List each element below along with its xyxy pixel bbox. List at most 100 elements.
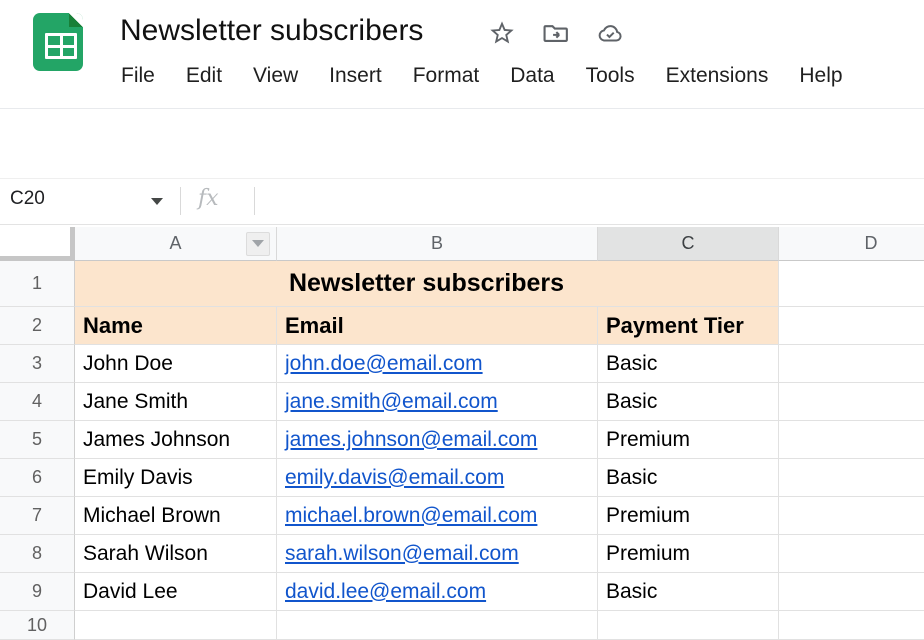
- cell-empty[interactable]: [75, 611, 277, 640]
- cell-d1[interactable]: [779, 261, 924, 307]
- formula-bar-separator: [254, 187, 255, 215]
- cell-empty[interactable]: [598, 611, 779, 640]
- sheet-row-6: 6 Emily Davis emily.davis@email.com Basi…: [0, 459, 924, 497]
- sheet-row-7: 7 Michael Brown michael.brown@email.com …: [0, 497, 924, 535]
- sheet-row-1: 1 Newsletter subscribers: [0, 261, 924, 307]
- spreadsheet-grid: A B C D 1 Newsletter subscribers 2 Name …: [0, 227, 924, 640]
- sheets-logo-fold: [69, 13, 83, 27]
- menu-file[interactable]: File: [121, 64, 155, 88]
- cell-b2-header-email[interactable]: Email: [277, 307, 598, 345]
- column-header-row: A B C D: [0, 227, 924, 261]
- menu-data[interactable]: Data: [510, 64, 554, 88]
- sheet-row-3: 3 John Doe john.doe@email.com Basic: [0, 345, 924, 383]
- cell-email[interactable]: emily.davis@email.com: [277, 459, 598, 497]
- column-header-c-selected[interactable]: C: [598, 227, 779, 261]
- cell-tier[interactable]: Premium: [598, 421, 779, 459]
- formula-bar-separator: [180, 187, 181, 215]
- menu-bar: File Edit View Insert Format Data Tools …: [121, 64, 843, 88]
- email-link[interactable]: jane.smith@email.com: [285, 390, 498, 414]
- menu-tools[interactable]: Tools: [586, 64, 635, 88]
- row-header-1[interactable]: 1: [0, 261, 75, 307]
- email-link[interactable]: john.doe@email.com: [285, 352, 483, 376]
- row-header-6[interactable]: 6: [0, 459, 75, 497]
- document-title[interactable]: Newsletter subscribers: [120, 14, 423, 48]
- sheet-row-8: 8 Sarah Wilson sarah.wilson@email.com Pr…: [0, 535, 924, 573]
- cell-name[interactable]: Emily Davis: [75, 459, 277, 497]
- cell-tier[interactable]: Basic: [598, 345, 779, 383]
- google-sheets-app: { "app": { "title": "Newsletter subscrib…: [0, 0, 924, 640]
- select-all-corner[interactable]: [0, 227, 75, 261]
- formula-bar: C20 fx: [0, 178, 924, 225]
- cell-email[interactable]: jane.smith@email.com: [277, 383, 598, 421]
- cell-empty[interactable]: [779, 459, 924, 497]
- cell-email[interactable]: james.johnson@email.com: [277, 421, 598, 459]
- email-link[interactable]: michael.brown@email.com: [285, 504, 537, 528]
- cell-a2-header-name[interactable]: Name: [75, 307, 277, 345]
- row-header-10[interactable]: 10: [0, 611, 75, 640]
- row-header-5[interactable]: 5: [0, 421, 75, 459]
- row-header-8[interactable]: 8: [0, 535, 75, 573]
- cell-name[interactable]: James Johnson: [75, 421, 277, 459]
- email-link[interactable]: david.lee@email.com: [285, 580, 486, 604]
- menu-insert[interactable]: Insert: [329, 64, 382, 88]
- row-header-9[interactable]: 9: [0, 573, 75, 611]
- cell-name[interactable]: David Lee: [75, 573, 277, 611]
- cell-empty[interactable]: [779, 573, 924, 611]
- menu-help[interactable]: Help: [799, 64, 842, 88]
- cell-empty[interactable]: [779, 383, 924, 421]
- row-header-7[interactable]: 7: [0, 497, 75, 535]
- name-box[interactable]: C20: [10, 188, 45, 210]
- cell-email[interactable]: sarah.wilson@email.com: [277, 535, 598, 573]
- sheets-logo-icon[interactable]: [33, 13, 83, 71]
- cell-tier[interactable]: Basic: [598, 573, 779, 611]
- cell-empty[interactable]: [779, 611, 924, 640]
- fx-icon: fx: [198, 186, 219, 211]
- cell-email[interactable]: john.doe@email.com: [277, 345, 598, 383]
- cell-d2[interactable]: [779, 307, 924, 345]
- toolbar: 100% $ % .0← .00→ 123 Default (Ari… 10: [0, 109, 924, 177]
- sheets-logo-grid: [45, 33, 77, 59]
- cell-tier[interactable]: Premium: [598, 535, 779, 573]
- cell-empty[interactable]: [779, 497, 924, 535]
- menu-extensions[interactable]: Extensions: [666, 64, 769, 88]
- menu-view[interactable]: View: [253, 64, 298, 88]
- sheet-row-5: 5 James Johnson james.johnson@email.com …: [0, 421, 924, 459]
- star-icon[interactable]: [488, 19, 516, 47]
- column-header-d[interactable]: D: [779, 227, 924, 261]
- cell-email[interactable]: michael.brown@email.com: [277, 497, 598, 535]
- cell-tier[interactable]: Basic: [598, 383, 779, 421]
- email-link[interactable]: james.johnson@email.com: [285, 428, 537, 452]
- row-header-3[interactable]: 3: [0, 345, 75, 383]
- sheet-row-4: 4 Jane Smith jane.smith@email.com Basic: [0, 383, 924, 421]
- menu-format[interactable]: Format: [413, 64, 480, 88]
- cell-tier[interactable]: Premium: [598, 497, 779, 535]
- column-a-dropdown-button[interactable]: [246, 232, 270, 256]
- row-header-2[interactable]: 2: [0, 307, 75, 345]
- column-header-a[interactable]: A: [75, 227, 277, 261]
- sheet-row-9: 9 David Lee david.lee@email.com Basic: [0, 573, 924, 611]
- sheet-row-10: 10: [0, 611, 924, 640]
- email-link[interactable]: sarah.wilson@email.com: [285, 542, 519, 566]
- cell-empty[interactable]: [277, 611, 598, 640]
- sheet-row-2: 2 Name Email Payment Tier: [0, 307, 924, 345]
- cell-name[interactable]: Jane Smith: [75, 383, 277, 421]
- column-header-b[interactable]: B: [277, 227, 598, 261]
- email-link[interactable]: emily.davis@email.com: [285, 466, 504, 490]
- cell-name[interactable]: Sarah Wilson: [75, 535, 277, 573]
- cell-empty[interactable]: [779, 535, 924, 573]
- cloud-check-icon[interactable]: [596, 19, 624, 47]
- document-header: Newsletter subscribers File Edit View In…: [0, 0, 924, 109]
- name-box-caret-icon[interactable]: [151, 198, 163, 205]
- cell-empty[interactable]: [779, 421, 924, 459]
- menu-edit[interactable]: Edit: [186, 64, 222, 88]
- chevron-down-icon: [252, 240, 264, 247]
- cell-c2-header-tier[interactable]: Payment Tier: [598, 307, 779, 345]
- cell-empty[interactable]: [779, 345, 924, 383]
- cell-a1-title-merged[interactable]: Newsletter subscribers: [75, 261, 779, 307]
- move-folder-icon[interactable]: [542, 19, 570, 47]
- cell-tier[interactable]: Basic: [598, 459, 779, 497]
- cell-name[interactable]: John Doe: [75, 345, 277, 383]
- row-header-4[interactable]: 4: [0, 383, 75, 421]
- cell-email[interactable]: david.lee@email.com: [277, 573, 598, 611]
- cell-name[interactable]: Michael Brown: [75, 497, 277, 535]
